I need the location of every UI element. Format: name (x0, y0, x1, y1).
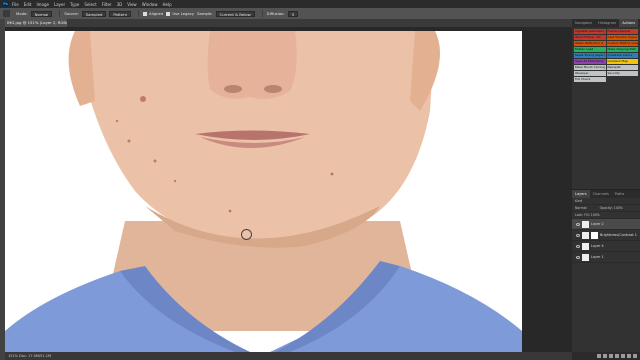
divider (261, 10, 263, 17)
layer-name: Layer 2 (591, 222, 604, 226)
options-bar: Mode: Normal Source: Sampled Pattern Ali… (0, 8, 640, 19)
link-icon[interactable] (597, 354, 601, 358)
menu-image[interactable]: Image (36, 2, 49, 7)
layer-row[interactable]: Brightness/Contrast 1 (572, 230, 640, 241)
visibility-eye-icon[interactable] (576, 233, 580, 237)
action-item[interactable]: Sepia Toning (layer) (574, 53, 606, 58)
brush-cursor (241, 229, 252, 240)
visibility-eye-icon[interactable] (576, 255, 580, 259)
photoshop-logo: Ps (2, 1, 9, 7)
layer-thumbnail (582, 242, 589, 250)
action-item[interactable]: Full Check (574, 77, 606, 82)
layer-name: Layer 1 (591, 255, 604, 259)
blend-opacity-row: Normal Opacity: 100% (572, 205, 640, 212)
action-item[interactable]: Frame Channel (606, 29, 638, 34)
tab-actions[interactable]: Actions (619, 19, 639, 27)
action-item[interactable]: Molten Lead (574, 47, 606, 52)
layer-mask-thumbnail (591, 231, 598, 239)
layer-thumbnail (582, 231, 589, 239)
visibility-eye-icon[interactable] (576, 244, 580, 248)
action-item[interactable]: Security (606, 71, 638, 76)
layer-thumbnail (582, 253, 589, 261)
menu-filter[interactable]: Filter (102, 2, 112, 7)
menu-type[interactable]: Type (70, 2, 79, 7)
tab-histogram[interactable]: Histogram (595, 19, 619, 27)
menu-3d[interactable]: 3D (117, 2, 123, 7)
layers-footer (572, 352, 640, 360)
sample-label: Sample: (197, 11, 213, 16)
pattern-button[interactable]: Pattern (109, 10, 132, 17)
actions-list: Vignette (selection) Frame Channel Wood Fr… (572, 27, 640, 84)
visibility-eye-icon[interactable] (576, 222, 580, 226)
folder-icon[interactable] (621, 354, 625, 358)
use-legacy-checkbox[interactable] (166, 11, 171, 16)
status-bar: 151% Doc: 17.0M/51.1M (5, 352, 572, 360)
menu-bar: Ps File Edit Image Layer Type Select Fil… (0, 0, 640, 8)
action-item[interactable]: Make Clipping Path (606, 47, 638, 52)
aligned-label: Aligned (149, 11, 164, 16)
action-item[interactable]: Save As Photoshop (574, 59, 606, 64)
menu-file[interactable]: File (12, 2, 19, 7)
layer-name: Brightness/Contrast 1 (600, 233, 637, 237)
action-item[interactable]: Nexsplat (606, 65, 638, 70)
action-item[interactable]: Mixer Brush Cloning (574, 65, 606, 70)
tab-channels[interactable]: Channels (590, 190, 612, 198)
menu-view[interactable]: View (127, 2, 137, 7)
lock-fill-row: Lock: Fill: 100% (572, 212, 640, 219)
diffusion-input[interactable]: 5 (287, 10, 299, 17)
portrait-photo (5, 31, 522, 352)
divider (138, 10, 140, 17)
blend-mode-select[interactable]: Normal (575, 206, 587, 210)
action-item[interactable]: Water Reflection (t.. (574, 41, 606, 46)
layer-thumbnail (582, 220, 589, 228)
layer-row[interactable]: Layer 1 (572, 252, 640, 263)
menu-help[interactable]: Help (162, 2, 171, 7)
menu-select[interactable]: Select (84, 2, 96, 7)
tab-navigator[interactable]: Navigator (572, 19, 595, 27)
canvas-workspace[interactable] (5, 27, 572, 352)
layers-panel-tabs: Layers Channels Paths (572, 190, 640, 198)
layer-row[interactable]: Layer 2 (572, 219, 640, 230)
kind-filter[interactable]: Kind (572, 198, 640, 205)
photoshop-window: Ps File Edit Image Layer Type Select Fil… (0, 0, 640, 360)
sample-select[interactable]: Current & Below (215, 10, 255, 17)
menu-window[interactable]: Window (142, 2, 158, 7)
sampled-button[interactable]: Sampled (81, 10, 107, 17)
layer-list: Layer 2 Brightness/Contrast 1 Layer 4 Layer… (572, 219, 640, 263)
top-panel-tabs: Navigator Histogram Actions (572, 19, 640, 27)
mode-select[interactable]: Normal (30, 10, 53, 17)
document-canvas[interactable] (5, 31, 522, 352)
action-item[interactable]: Wood Frame - 50 (574, 35, 606, 40)
menu-edit[interactable]: Edit (24, 2, 32, 7)
mask-icon[interactable] (609, 354, 613, 358)
opacity-field[interactable]: Opacity: 100% (600, 206, 623, 210)
layer-name: Layer 4 (591, 244, 604, 248)
action-item[interactable]: Custom RGB to Gray (606, 41, 638, 46)
menu-layer[interactable]: Layer (54, 2, 65, 7)
trash-icon[interactable] (633, 354, 637, 358)
diffusion-label: Diffusion: (266, 11, 285, 16)
mode-label: Mode: (16, 11, 28, 16)
clone-stamp-tool-icon[interactable] (3, 10, 10, 17)
right-panel-dock: Navigator Histogram Actions Vignette (se… (572, 19, 640, 360)
divider (59, 10, 61, 17)
action-item[interactable]: Gradient Map (606, 59, 638, 64)
action-item[interactable]: Obsequo (574, 71, 606, 76)
action-item[interactable]: Cast Shadow (type) (606, 35, 638, 40)
layer-row[interactable]: Layer 4 (572, 241, 640, 252)
adjustment-icon[interactable] (615, 354, 619, 358)
new-layer-icon[interactable] (627, 354, 631, 358)
aligned-checkbox[interactable] (143, 11, 148, 16)
document-tabbar: IMG.jpg @ 151% (Layer 2, RGB/8) * (5, 19, 572, 27)
source-label: Source: (64, 11, 79, 16)
document-tab[interactable]: IMG.jpg @ 151% (Layer 2, RGB/8) * (5, 19, 67, 27)
tab-layers[interactable]: Layers (572, 190, 590, 198)
action-item[interactable]: Quadrant Colors (606, 53, 638, 58)
fx-icon[interactable] (603, 354, 607, 358)
tab-paths[interactable]: Paths (612, 190, 628, 198)
use-legacy-label: Use Legacy (172, 11, 195, 16)
layers-panel: Layers Channels Paths Kind Normal Opacit… (572, 189, 640, 360)
action-item[interactable]: Vignette (selection) (574, 29, 606, 34)
